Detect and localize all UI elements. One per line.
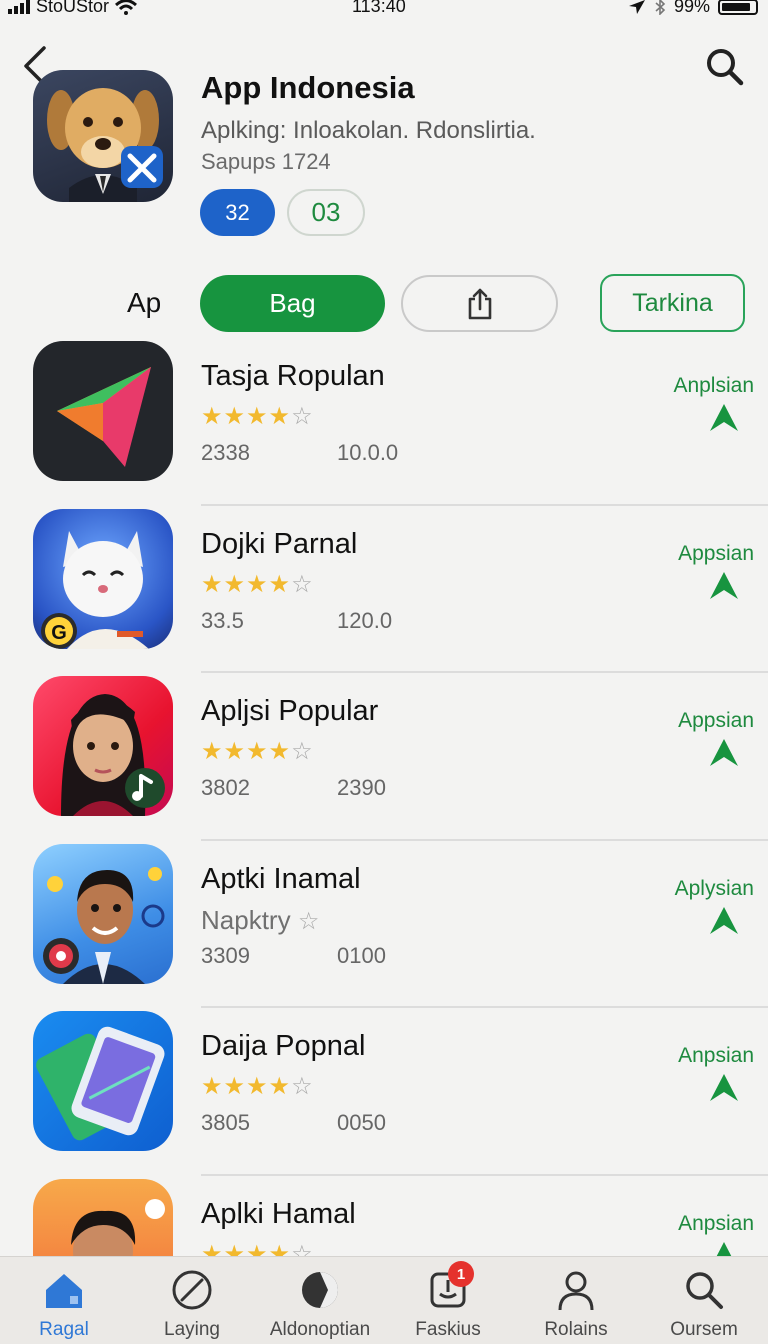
action-row-label: Ap: [127, 287, 162, 318]
app-stat-version: 2390: [337, 775, 386, 800]
app-list: Tasja Ropulan ★★★★☆ 2338 10.0.0 Anplsian…: [0, 338, 768, 1343]
star-rating: ★★★★☆: [201, 570, 314, 598]
tab-label: Rolains: [544, 1319, 608, 1340]
up-arrow-icon[interactable]: [708, 737, 740, 767]
location-arrow-icon: [628, 0, 645, 14]
tab-home[interactable]: Ragal: [0, 1257, 128, 1344]
up-arrow-icon[interactable]: [708, 905, 740, 935]
list-item[interactable]: G Dojki Parnal ★★★★☆ 33.5 120.0 Appsian: [0, 506, 768, 673]
app-name: Daija Popnal: [201, 1030, 366, 1062]
search-icon: [680, 1267, 728, 1313]
app-stat-count: 3802: [201, 775, 250, 800]
app-stat-version: 0100: [337, 942, 386, 968]
app-stat-version: 0050: [337, 1110, 386, 1135]
share-button[interactable]: [401, 275, 558, 332]
cellular-signal-icon: [8, 0, 30, 14]
search-button[interactable]: [702, 44, 748, 90]
tab-label: Aldonoptian: [269, 1319, 371, 1340]
install-label[interactable]: Appsian: [678, 709, 754, 733]
tab-label: Oursem: [670, 1319, 738, 1340]
contrast-icon: [296, 1267, 344, 1313]
status-bar: StoUStor 113:40 99%: [0, 0, 768, 18]
install-label[interactable]: Anpsian: [678, 1044, 754, 1068]
up-arrow-icon[interactable]: [708, 570, 740, 600]
app-subtitle: Napktry ☆: [201, 904, 320, 935]
app-stat-version: 10.0.0: [337, 440, 399, 465]
app-stat-count: 3805: [201, 1110, 250, 1135]
count-pill-primary[interactable]: 32: [200, 189, 275, 236]
clock: 113:40: [352, 0, 406, 16]
battery-percent: 99%: [673, 0, 710, 16]
install-label[interactable]: Aplysian: [675, 877, 754, 901]
app-stat-version: 120.0: [337, 607, 393, 633]
man-portrait-icon: [33, 843, 173, 984]
tab-search[interactable]: Oursem: [640, 1257, 768, 1344]
tab-label: Laying: [164, 1319, 220, 1340]
app-name: Aptki Inamal: [201, 862, 361, 895]
app-name: Apljsi Popular: [201, 695, 379, 727]
search-icon: [707, 49, 744, 86]
phone-cards-icon: [33, 1011, 173, 1151]
list-item[interactable]: Tasja Ropulan ★★★★☆ 2338 10.0.0 Anplsian: [0, 338, 768, 506]
status-left: StoUStor: [8, 0, 138, 17]
status-right: 99%: [628, 0, 758, 17]
list-item[interactable]: Daija Popnal ★★★★☆ 3805 0050 Anpsian: [0, 1008, 768, 1176]
bluetooth-icon: [655, 0, 666, 15]
svg-text:G: G: [51, 622, 67, 644]
star-rating: ★★★★☆: [201, 1073, 314, 1100]
person-icon: [552, 1267, 600, 1313]
list-item[interactable]: Aptki Inamal Napktry ☆ 3309 0100 Aplysia…: [0, 841, 768, 1008]
up-arrow-icon[interactable]: [708, 402, 740, 432]
battery-icon: [718, 0, 758, 15]
share-icon: [468, 288, 491, 319]
white-cat-icon: G: [33, 508, 173, 649]
carrier-label: StoUStor: [36, 0, 110, 16]
tab-aldonoptian[interactable]: Aldonoptian: [256, 1257, 384, 1344]
home-icon: [40, 1267, 88, 1313]
compass-icon: [168, 1267, 216, 1313]
star-rating: ★★★★☆: [201, 738, 314, 765]
star-rating: ★★★★☆: [201, 403, 314, 430]
page-subtitle: Aplking: Inloakolan. Rdonslirtia.: [201, 117, 536, 144]
tab-rolains[interactable]: Rolains: [512, 1257, 640, 1344]
play-triangle-icon: [33, 341, 173, 481]
primary-action-button[interactable]: Bag: [200, 275, 385, 332]
app-name: Tasja Ropulan: [201, 360, 385, 392]
wifi-icon: [115, 0, 138, 15]
tab-label: Faskius: [415, 1319, 481, 1340]
install-label[interactable]: Anplsian: [673, 374, 754, 398]
tab-laying[interactable]: Laying: [128, 1257, 256, 1344]
app-stat-count: 33.5: [201, 607, 244, 633]
list-item[interactable]: Apljsi Popular ★★★★☆ 3802 2390 Appsian: [0, 673, 768, 841]
notification-badge: 1: [448, 1261, 474, 1287]
tab-bar: Ragal Laying Aldonoptian 1 Faskius Rolai…: [0, 1256, 768, 1344]
page-meta: Sapups 1724: [201, 149, 331, 174]
install-label[interactable]: Anpsian: [678, 1212, 754, 1236]
woman-portrait-icon: [33, 676, 173, 816]
page-title: App Indonesia: [201, 70, 415, 105]
app-stat-count: 2338: [201, 440, 250, 465]
app-icon-dog: [33, 70, 173, 202]
app-stat-count: 3309: [201, 942, 250, 968]
up-arrow-icon[interactable]: [708, 1072, 740, 1102]
app-name: Dojki Parnal: [201, 527, 358, 560]
tab-faskius[interactable]: 1 Faskius: [384, 1257, 512, 1344]
tab-label: Ragal: [39, 1319, 89, 1340]
count-pill-secondary[interactable]: 03: [287, 189, 365, 236]
updates-icon: 1: [424, 1261, 474, 1313]
app-name: Aplki Hamal: [201, 1197, 356, 1230]
secondary-action-button[interactable]: Tarkina: [600, 274, 745, 332]
install-label[interactable]: Appsian: [678, 542, 754, 566]
